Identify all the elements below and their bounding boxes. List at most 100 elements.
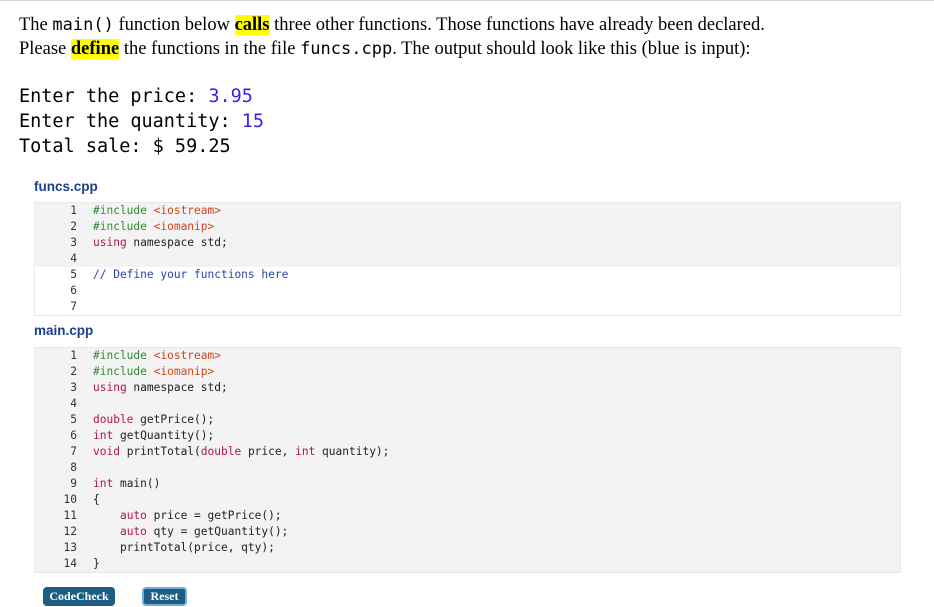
main-file-title: main.cpp bbox=[34, 323, 94, 338]
code-text: } bbox=[93, 556, 100, 572]
problem-statement: The main() function below calls three ot… bbox=[19, 13, 919, 61]
code-token: int bbox=[93, 429, 114, 442]
code-token: getQuantity(); bbox=[113, 429, 215, 442]
code-token: price = getPrice(); bbox=[146, 509, 282, 522]
code-line: 1 #include <iostream> bbox=[35, 203, 900, 219]
code-text: int getQuantity(); bbox=[93, 428, 214, 444]
code-text: using namespace std; bbox=[93, 380, 228, 396]
code-line: 7 void printTotal(double price, int quant… bbox=[35, 444, 900, 460]
line-number: 1 bbox=[70, 349, 77, 362]
code-text: #include <iomanip> bbox=[93, 364, 214, 380]
line-number: 3 bbox=[70, 381, 77, 394]
code-token: <iomanip> bbox=[153, 365, 215, 378]
code-line: 6 int getQuantity(); bbox=[35, 428, 900, 444]
top-divider bbox=[0, 0, 934, 1]
code-text: void printTotal(double price, int quanti… bbox=[93, 444, 389, 460]
prompt-text: The bbox=[19, 15, 53, 35]
code-text: printTotal(price, qty); bbox=[93, 540, 275, 556]
sample-prompt-price: Enter the price: bbox=[19, 86, 209, 107]
code-token: main() bbox=[113, 477, 161, 490]
main-function-code: main() bbox=[52, 15, 114, 35]
highlight-calls: calls bbox=[234, 15, 270, 35]
line-number: 14 bbox=[63, 557, 77, 570]
line-number: 2 bbox=[70, 220, 77, 233]
line-number: 7 bbox=[70, 445, 77, 458]
code-token: getPrice(); bbox=[133, 413, 215, 426]
sample-total: Total sale: $ 59.25 bbox=[19, 136, 231, 157]
code-token: #include bbox=[93, 204, 154, 217]
code-token: <iomanip> bbox=[153, 220, 215, 233]
sample-output: Enter the price: 3.95 Enter the quantity… bbox=[19, 84, 264, 159]
code-line: 2 #include <iomanip> bbox=[35, 364, 900, 380]
line-number: 6 bbox=[70, 429, 77, 442]
code-token: <iostream> bbox=[153, 349, 221, 362]
code-token: printTotal(price, qty); bbox=[93, 541, 275, 554]
line-number: 13 bbox=[63, 541, 77, 554]
sample-input-price: 3.95 bbox=[208, 86, 253, 107]
code-token: quantity); bbox=[315, 445, 390, 458]
line-number: 5 bbox=[70, 268, 77, 281]
code-text: #include <iostream> bbox=[93, 348, 221, 364]
code-text: int main() bbox=[93, 476, 160, 492]
codecheck-button[interactable]: CodeCheck bbox=[43, 587, 115, 606]
code-line: 5 double getPrice(); bbox=[35, 412, 900, 428]
main-code-viewer: 1 #include <iostream> 2 #include <iomanip> 3… bbox=[34, 347, 901, 573]
line-number: 3 bbox=[70, 236, 77, 249]
code-token: // Define your functions here bbox=[93, 268, 289, 281]
code-token: using bbox=[93, 381, 127, 394]
line-number: 8 bbox=[70, 461, 77, 474]
code-token: price, bbox=[241, 445, 296, 458]
code-line: 12 auto qty = getQuantity(); bbox=[35, 524, 900, 540]
code-token: qty = getQuantity(); bbox=[146, 525, 289, 538]
funcs-file-code: funcs.cpp bbox=[300, 39, 393, 59]
highlight-define: define bbox=[70, 39, 120, 59]
code-token: double bbox=[93, 413, 134, 426]
funcs-file-title: funcs.cpp bbox=[34, 179, 98, 194]
code-token: int bbox=[295, 445, 316, 458]
code-line: 3 using namespace std; bbox=[35, 380, 900, 396]
code-text: auto price = getPrice(); bbox=[93, 508, 282, 524]
code-text: using namespace std; bbox=[93, 235, 228, 251]
code-text: #include <iostream> bbox=[93, 203, 221, 219]
code-line: 13 printTotal(price, qty); bbox=[35, 540, 900, 556]
code-line: 8 bbox=[35, 460, 900, 476]
line-number: 6 bbox=[70, 284, 77, 297]
code-token: void bbox=[93, 445, 120, 458]
line-number: 4 bbox=[70, 252, 77, 265]
prompt-text: three other functions. Those functions h… bbox=[269, 15, 765, 35]
prompt-text: Please bbox=[19, 39, 71, 59]
line-number: 5 bbox=[70, 413, 77, 426]
code-token: { bbox=[93, 493, 100, 506]
code-line: 4 bbox=[35, 396, 900, 412]
line-number: 10 bbox=[63, 493, 77, 506]
editable-code-line[interactable]: 6 bbox=[35, 283, 900, 299]
code-line: 2 #include <iomanip> bbox=[35, 219, 900, 235]
prompt-text: the functions in the file bbox=[119, 39, 301, 59]
code-line: 4 bbox=[35, 251, 900, 267]
code-text: #include <iomanip> bbox=[93, 219, 214, 235]
code-token: auto bbox=[119, 525, 147, 538]
code-token: } bbox=[93, 557, 100, 570]
code-token: auto bbox=[119, 509, 147, 522]
line-number: 2 bbox=[70, 365, 77, 378]
reset-button[interactable]: Reset bbox=[142, 587, 187, 606]
code-line: 14} bbox=[35, 556, 900, 572]
code-token: namespace std; bbox=[126, 236, 228, 249]
sample-input-quantity: 15 bbox=[241, 111, 265, 132]
line-number: 7 bbox=[70, 300, 77, 313]
code-token: using bbox=[93, 236, 127, 249]
code-line: 3 using namespace std; bbox=[35, 235, 900, 251]
code-token: #include bbox=[93, 220, 154, 233]
line-number: 4 bbox=[70, 397, 77, 410]
editable-code-line[interactable]: 5 // Define your functions here bbox=[35, 267, 900, 283]
line-number: 9 bbox=[70, 477, 77, 490]
code-token: <iostream> bbox=[153, 204, 221, 217]
line-number: 11 bbox=[63, 509, 77, 522]
prompt-text: function below bbox=[113, 15, 235, 35]
code-token: #include bbox=[93, 349, 154, 362]
editable-code-line[interactable]: 7 bbox=[35, 299, 900, 315]
funcs-code-editor[interactable]: 1 #include <iostream> 2 #include <iomanip> 3… bbox=[34, 202, 901, 316]
code-text: auto qty = getQuantity(); bbox=[93, 524, 288, 540]
